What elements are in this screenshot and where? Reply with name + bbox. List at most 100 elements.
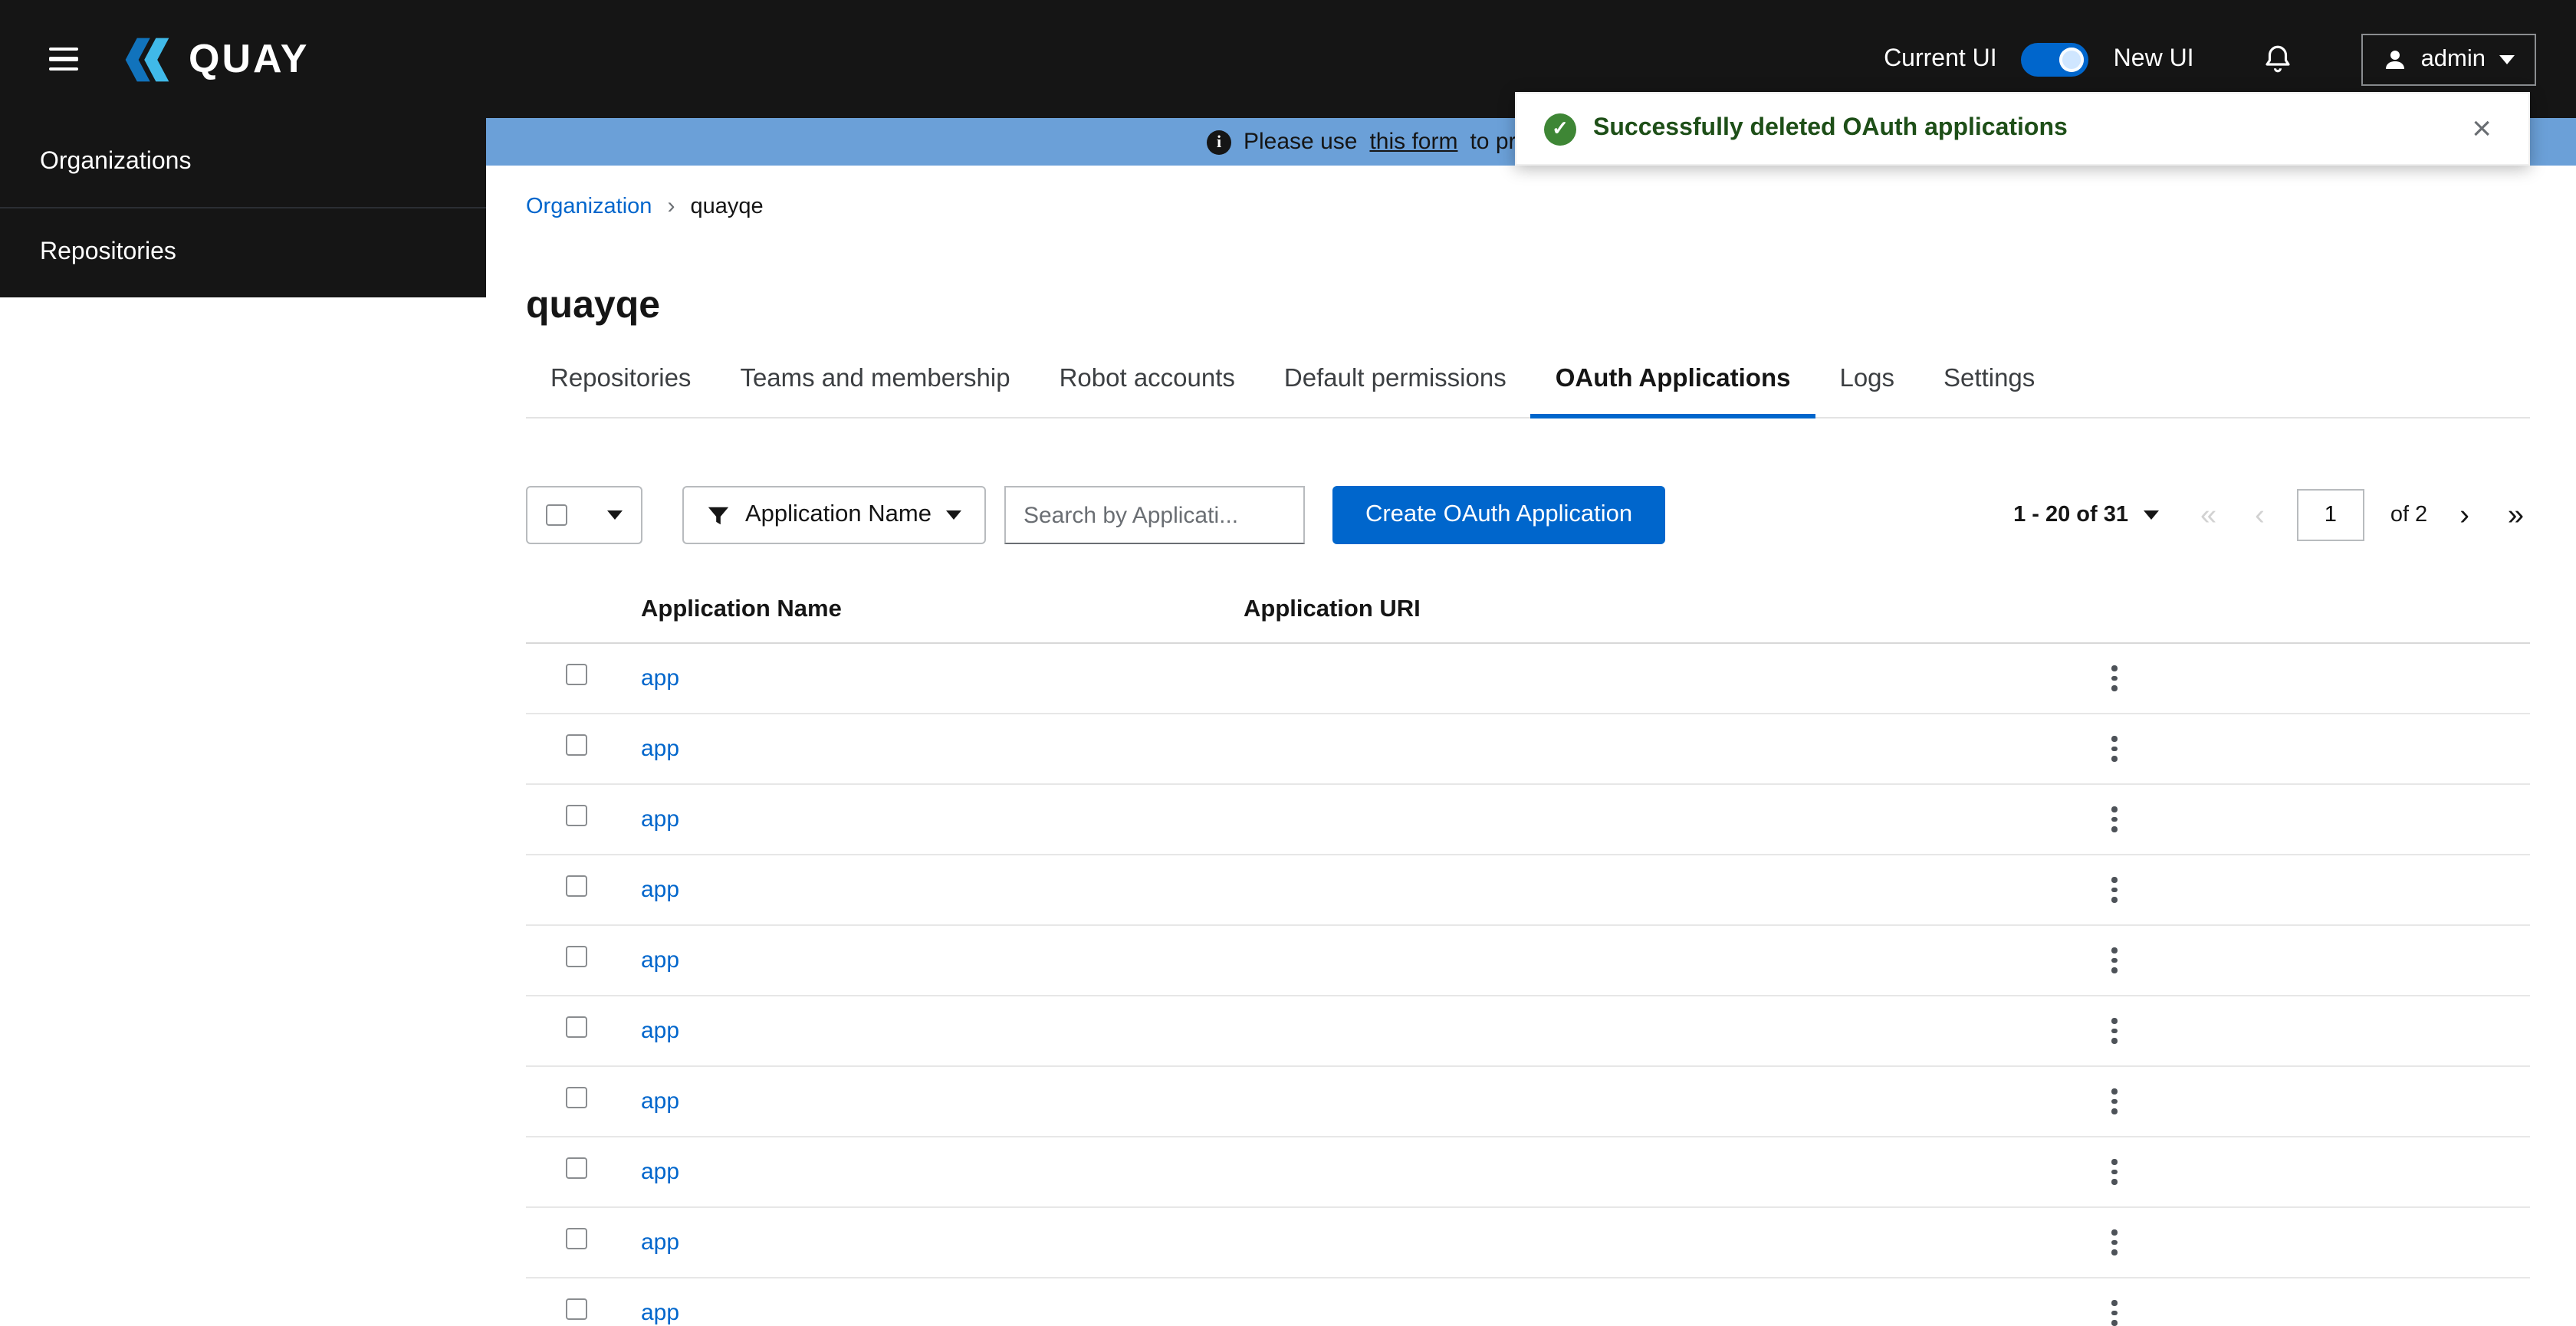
- success-toast: ✓ Successfully deleted OAuth application…: [1515, 92, 2530, 166]
- quay-app: QUAY Current UI New UI admin Organizatio…: [0, 0, 2576, 1326]
- breadcrumb-current: quayqe: [690, 194, 764, 218]
- toast-message: Successfully deleted OAuth applications: [1593, 115, 2068, 141]
- masthead-right: Current UI New UI admin: [1884, 33, 2536, 85]
- search-input[interactable]: [1004, 486, 1306, 544]
- application-link[interactable]: app: [641, 947, 679, 973]
- application-link[interactable]: app: [641, 735, 679, 761]
- sidebar: Organizations Repositories: [0, 118, 486, 297]
- kebab-menu-icon[interactable]: [2104, 1010, 2124, 1052]
- row-checkbox[interactable]: [566, 946, 587, 967]
- tab-repositories[interactable]: Repositories: [526, 362, 715, 418]
- sidebar-item-repositories[interactable]: Repositories: [0, 207, 486, 297]
- quay-logo[interactable]: QUAY: [121, 33, 309, 85]
- row-checkbox[interactable]: [566, 1087, 587, 1108]
- table-row: app: [526, 644, 2530, 714]
- current-ui-label: Current UI: [1884, 45, 1997, 71]
- brand-name: QUAY: [189, 35, 310, 81]
- header-application-uri: Application URI: [1244, 596, 1421, 622]
- pagination-menu-toggle[interactable]: 1 - 20 of 31: [2004, 501, 2168, 529]
- row-checkbox[interactable]: [566, 875, 587, 897]
- kebab-menu-icon[interactable]: [2104, 1222, 2124, 1263]
- row-checkbox[interactable]: [566, 805, 587, 826]
- tab-robot-accounts[interactable]: Robot accounts: [1035, 362, 1260, 418]
- header-application-name: Application Name: [641, 596, 842, 622]
- table-row: app: [526, 996, 2530, 1067]
- main-area: i Please use this form to pro Organizati…: [486, 118, 2576, 1326]
- kebab-menu-icon[interactable]: [2104, 728, 2124, 770]
- row-checkbox[interactable]: [566, 1298, 587, 1320]
- next-page-button[interactable]: ›: [2453, 497, 2476, 533]
- filter-label: Application Name: [745, 501, 932, 527]
- kebab-menu-icon[interactable]: [2104, 658, 2124, 699]
- breadcrumb-separator-icon: ›: [667, 193, 675, 219]
- application-link[interactable]: app: [641, 1299, 679, 1325]
- banner-feedback-link[interactable]: this form: [1369, 129, 1457, 155]
- close-icon[interactable]: ×: [2463, 110, 2501, 147]
- page-title: quayqe: [526, 284, 661, 327]
- row-checkbox[interactable]: [566, 734, 587, 756]
- tab-oauth-applications[interactable]: OAuth Applications: [1530, 362, 1815, 418]
- ui-toggle-switch[interactable]: [2021, 42, 2089, 76]
- table-row: app: [526, 926, 2530, 996]
- last-page-button[interactable]: »: [2502, 497, 2530, 533]
- user-menu[interactable]: admin: [2361, 33, 2536, 85]
- toolbar: Application Name Create OAuth Applicatio…: [526, 486, 2530, 544]
- notifications-button[interactable]: [2252, 41, 2303, 77]
- quay-logo-icon: [125, 37, 169, 81]
- sidebar-item-organizations[interactable]: Organizations: [0, 118, 486, 207]
- bulk-select-dropdown[interactable]: [526, 486, 642, 544]
- user-icon: [2385, 50, 2404, 68]
- create-oauth-application-button[interactable]: Create OAuth Application: [1332, 486, 1665, 544]
- table-header-row: Application Name Application URI: [526, 578, 2530, 644]
- oauth-applications-table: Application Name Application URI app app: [526, 578, 2530, 1326]
- kebab-menu-icon[interactable]: [2104, 869, 2124, 911]
- tab-logs[interactable]: Logs: [1815, 362, 1919, 418]
- row-checkbox[interactable]: [566, 1228, 587, 1249]
- application-link[interactable]: app: [641, 1088, 679, 1114]
- kebab-menu-icon[interactable]: [2104, 799, 2124, 840]
- kebab-menu-icon[interactable]: [2104, 1081, 2124, 1122]
- table-row: app: [526, 1137, 2530, 1208]
- page-total-label: of 2: [2390, 503, 2428, 527]
- row-checkbox[interactable]: [566, 1157, 587, 1179]
- bulk-select-checkbox[interactable]: [546, 504, 567, 526]
- application-link[interactable]: app: [641, 806, 679, 832]
- previous-page-button[interactable]: ‹: [2249, 497, 2271, 533]
- tabs: Repositories Teams and membership Robot …: [526, 362, 2530, 418]
- check-circle-icon: ✓: [1544, 113, 1576, 145]
- bell-icon: [2265, 45, 2290, 73]
- breadcrumb-organization-link[interactable]: Organization: [526, 194, 652, 218]
- table-row: app: [526, 714, 2530, 785]
- application-link[interactable]: app: [641, 1158, 679, 1184]
- chevron-down-icon: [946, 510, 962, 520]
- table-row: app: [526, 855, 2530, 926]
- chevron-down-icon: [2144, 510, 2159, 520]
- table-row: app: [526, 785, 2530, 855]
- tab-teams-and-membership[interactable]: Teams and membership: [715, 362, 1034, 418]
- first-page-button[interactable]: «: [2194, 497, 2223, 533]
- breadcrumb: Organization › quayqe: [526, 193, 2530, 219]
- hamburger-menu-icon[interactable]: [40, 38, 87, 80]
- tab-default-permissions[interactable]: Default permissions: [1260, 362, 1531, 418]
- table-row: app: [526, 1278, 2530, 1326]
- filter-dropdown[interactable]: Application Name: [682, 486, 987, 544]
- row-checkbox[interactable]: [566, 1016, 587, 1038]
- pagination-summary: 1 - 20 of 31: [2013, 503, 2128, 527]
- application-link[interactable]: app: [641, 876, 679, 902]
- table-row: app: [526, 1208, 2530, 1278]
- kebab-menu-icon[interactable]: [2104, 1151, 2124, 1193]
- table-row: app: [526, 1067, 2530, 1137]
- kebab-menu-icon[interactable]: [2104, 1292, 2124, 1326]
- application-link[interactable]: app: [641, 665, 679, 691]
- pagination: 1 - 20 of 31 « ‹ of 2 › »: [2004, 489, 2530, 541]
- filter-funnel-icon: [708, 506, 729, 524]
- kebab-menu-icon[interactable]: [2104, 940, 2124, 981]
- application-link[interactable]: app: [641, 1017, 679, 1043]
- application-link[interactable]: app: [641, 1229, 679, 1255]
- page-content: Organization › quayqe quayqe Repositorie…: [486, 166, 2576, 1326]
- page-number-input[interactable]: [2296, 489, 2364, 541]
- tab-settings[interactable]: Settings: [1919, 362, 2059, 418]
- username: admin: [2420, 45, 2486, 71]
- chevron-down-icon: [607, 510, 623, 520]
- row-checkbox[interactable]: [566, 664, 587, 685]
